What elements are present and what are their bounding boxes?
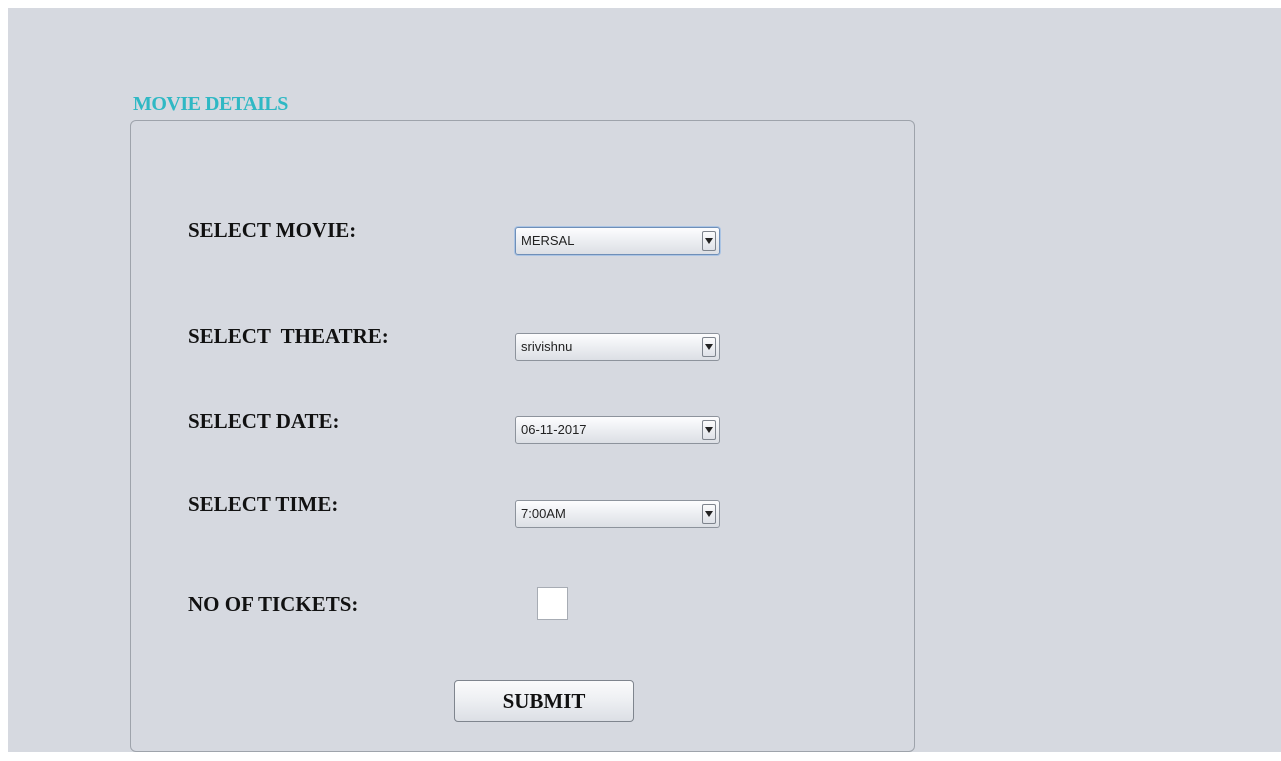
time-select[interactable]: 7:00AM: [515, 500, 720, 528]
time-select-value: 7:00AM: [521, 506, 566, 521]
chevron-down-icon[interactable]: [702, 504, 716, 524]
movie-select-value: MERSAL: [521, 233, 575, 248]
date-select[interactable]: 06-11-2017: [515, 416, 720, 444]
tickets-input[interactable]: [537, 587, 568, 620]
panel-title: MOVIE DETAILS: [133, 93, 288, 115]
time-label: SELECT TIME:: [188, 492, 339, 516]
theatre-select[interactable]: srivishnu: [515, 333, 720, 361]
chevron-down-icon[interactable]: [702, 420, 716, 440]
theatre-select-value: srivishnu: [521, 339, 573, 354]
chevron-down-icon[interactable]: [702, 337, 716, 357]
date-select-value: 06-11-2017: [521, 422, 587, 437]
movie-select[interactable]: MERSAL: [515, 227, 720, 255]
date-label: SELECT DATE:: [188, 409, 340, 433]
movie-label: SELECT MOVIE:: [188, 218, 357, 242]
theatre-label: SELECT THEATRE:: [188, 324, 389, 348]
app-window: MOVIE DETAILS SELECT MOVIE: MERSAL SELEC…: [8, 8, 1281, 752]
chevron-down-icon[interactable]: [702, 231, 716, 251]
submit-button[interactable]: SUBMIT: [454, 680, 634, 722]
tickets-label: NO OF TICKETS:: [188, 592, 359, 616]
